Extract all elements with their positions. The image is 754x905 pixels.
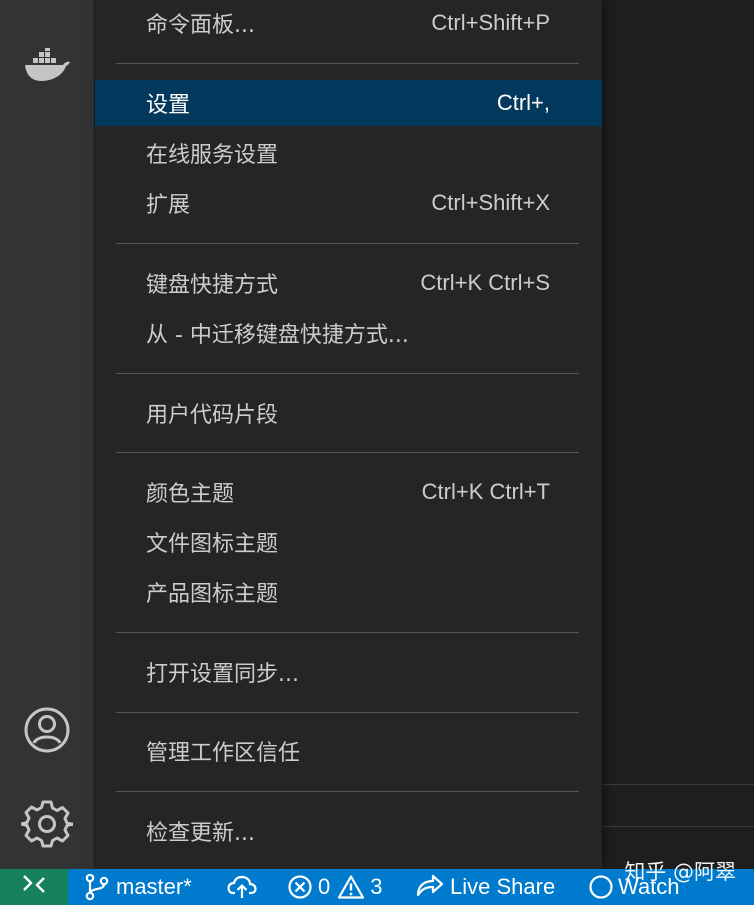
watermark: 知乎 @阿翠 <box>624 860 736 884</box>
menu-item-command-palette[interactable]: 命令面板... Ctrl+Shift+P <box>95 0 602 46</box>
menu-item-check-updates[interactable]: 检查更新... <box>95 808 602 854</box>
menu-item-label: 设置 <box>146 93 191 118</box>
menu-item-color-theme[interactable]: 颜色主题 Ctrl+K Ctrl+T <box>95 469 602 515</box>
live-share-button[interactable]: Live Share <box>415 869 555 905</box>
menu-item-label: 在线服务设置 <box>146 143 279 168</box>
manage-menu: 命令面板... Ctrl+Shift+P 设置 Ctrl+, 在线服务设置 扩展… <box>95 0 602 869</box>
menu-item-label: 检查更新... <box>146 821 255 846</box>
git-branch-label: master* <box>116 874 192 899</box>
remote-icon <box>21 873 47 901</box>
menu-item-migrate-keybindings[interactable]: 从 - 中迁移键盘快捷方式... <box>95 310 602 356</box>
menu-separator <box>116 373 579 374</box>
remote-button[interactable] <box>0 869 68 905</box>
menu-separator <box>116 452 579 453</box>
menu-item-label: 命令面板... <box>146 13 255 38</box>
warning-icon <box>337 874 365 900</box>
menu-item-label: 用户代码片段 <box>146 403 279 428</box>
watch-circle-icon <box>588 874 614 900</box>
cloud-sync-icon <box>227 874 257 900</box>
menu-separator <box>116 243 579 244</box>
menu-item-shortcut: Ctrl+K Ctrl+S <box>420 270 550 295</box>
activity-bar <box>0 0 94 869</box>
menu-item-label: 键盘快捷方式 <box>146 273 279 298</box>
menu-separator <box>116 63 579 64</box>
sync-button[interactable] <box>227 869 257 905</box>
gear-icon[interactable] <box>0 792 94 856</box>
error-icon <box>287 874 313 900</box>
menu-item-keyboard-shortcuts[interactable]: 键盘快捷方式 Ctrl+K Ctrl+S <box>95 260 602 306</box>
warning-count: 3 <box>370 874 383 899</box>
menu-item-settings[interactable]: 设置 Ctrl+, <box>95 80 602 126</box>
menu-item-online-services-settings[interactable]: 在线服务设置 <box>95 130 602 176</box>
menu-item-shortcut: Ctrl+Shift+P <box>431 10 550 35</box>
menu-item-shortcut: Ctrl+, <box>496 90 550 115</box>
problems-button[interactable]: 0 3 <box>287 869 383 905</box>
live-share-label: Live Share <box>450 874 556 899</box>
menu-item-user-snippets[interactable]: 用户代码片段 <box>95 390 602 436</box>
live-share-icon <box>415 873 445 901</box>
menu-item-label: 扩展 <box>146 193 191 218</box>
vscode-window: 命令面板... Ctrl+Shift+P 设置 Ctrl+, 在线服务设置 扩展… <box>0 0 754 905</box>
menu-item-label: 管理工作区信任 <box>146 741 301 766</box>
menu-item-shortcut: Ctrl+Shift+X <box>431 190 550 215</box>
menu-separator <box>116 791 579 792</box>
menu-item-product-icon-theme[interactable]: 产品图标主题 <box>95 569 602 615</box>
menu-item-label: 颜色主题 <box>146 482 235 507</box>
menu-item-file-icon-theme[interactable]: 文件图标主题 <box>95 519 602 565</box>
menu-separator <box>116 632 579 633</box>
account-icon[interactable] <box>0 700 94 760</box>
menu-separator <box>116 712 579 713</box>
menu-item-shortcut: Ctrl+K Ctrl+T <box>421 479 550 504</box>
menu-item-label: 打开设置同步... <box>146 662 299 687</box>
git-branch-icon <box>84 873 110 901</box>
menu-item-label: 文件图标主题 <box>146 532 279 557</box>
menu-item-label: 产品图标主题 <box>146 582 279 607</box>
editor-divider <box>602 784 754 785</box>
docker-icon[interactable] <box>0 38 94 94</box>
menu-item-workspace-trust[interactable]: 管理工作区信任 <box>95 728 602 774</box>
editor-divider <box>602 826 754 827</box>
git-branch-button[interactable]: master* <box>84 869 192 905</box>
menu-item-label: 从 - 中迁移键盘快捷方式... <box>146 323 409 348</box>
menu-item-extensions[interactable]: 扩展 Ctrl+Shift+X <box>95 180 602 226</box>
error-count: 0 <box>318 874 331 899</box>
menu-item-settings-sync[interactable]: 打开设置同步... <box>95 649 602 695</box>
